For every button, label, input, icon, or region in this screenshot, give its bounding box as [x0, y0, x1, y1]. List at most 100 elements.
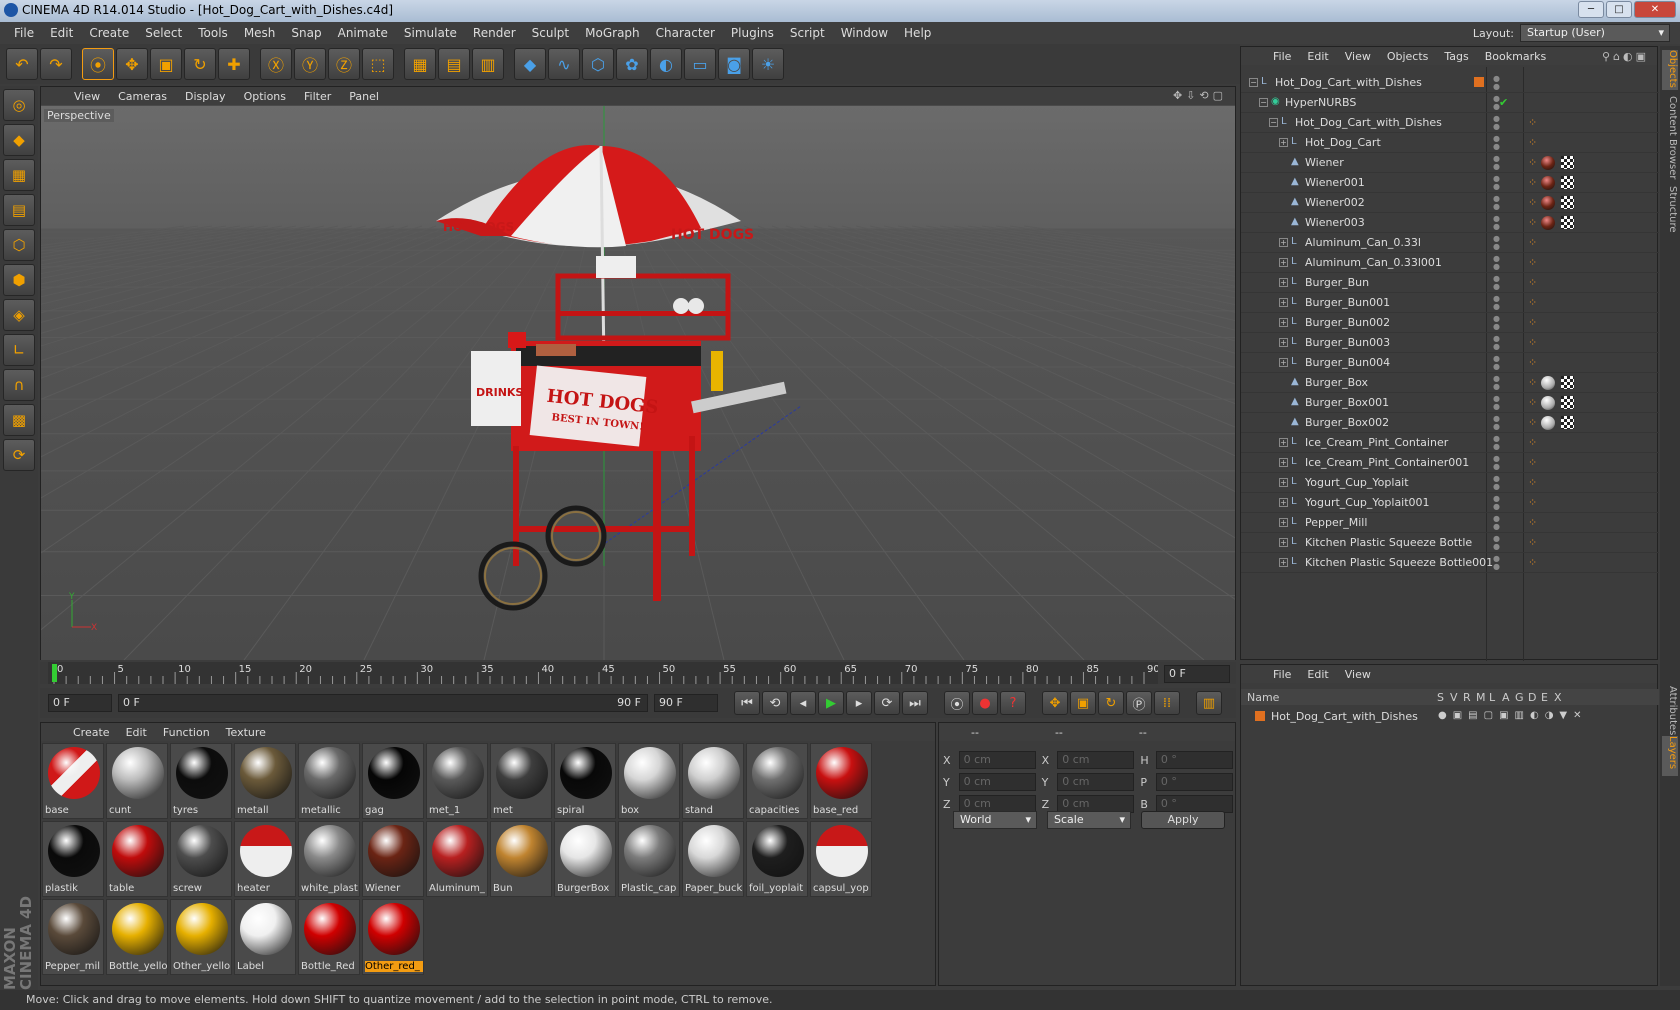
object-name[interactable]: Wiener [1305, 156, 1344, 169]
edges-mode-icon[interactable]: ⬢ [3, 264, 35, 296]
render-visibility-dot-icon[interactable]: ● [1493, 562, 1501, 571]
texture-tag-icon[interactable] [1541, 196, 1555, 210]
uv-checker-tag-icon[interactable] [1561, 376, 1574, 389]
layer-column-header[interactable]: A [1502, 691, 1510, 704]
timeline-playhead[interactable] [52, 664, 57, 682]
texture-tag-icon[interactable] [1541, 176, 1555, 190]
expand-toggle-icon[interactable]: + [1279, 458, 1288, 467]
apply-button[interactable]: Apply [1141, 811, 1225, 829]
material-swatch[interactable]: white_plast [298, 821, 360, 897]
start-frame-field[interactable]: 0 F [48, 694, 112, 712]
light-icon[interactable]: ☀ [752, 48, 784, 80]
phong-tag-icon[interactable]: ⁘ [1528, 316, 1537, 329]
3d-scene[interactable]: HOT DOGS HOT DOGS DRINKS HOT DOGS BEST I… [41, 106, 1235, 660]
floor-icon[interactable]: ▭ [684, 48, 716, 80]
menu-item-mograph[interactable]: MoGraph [577, 26, 648, 40]
material-swatch[interactable]: foil_yoplait [746, 821, 808, 897]
z-axis-icon[interactable]: Ⓩ [328, 48, 360, 80]
array-icon[interactable]: ✿ [616, 48, 648, 80]
record-scale-icon[interactable]: ▣ [1070, 691, 1096, 715]
render-visibility-dot-icon[interactable]: ● [1493, 462, 1501, 471]
material-swatch[interactable]: gag [362, 743, 424, 819]
render-visibility-dot-icon[interactable]: ● [1493, 162, 1501, 171]
render-visibility-dot-icon[interactable]: ● [1493, 522, 1501, 531]
side-tab-content-browser[interactable]: Content Browser [1662, 96, 1678, 181]
uv-checker-tag-icon[interactable] [1561, 176, 1574, 189]
layer-menu-file[interactable]: File [1265, 668, 1299, 681]
expand-toggle-icon[interactable]: + [1279, 298, 1288, 307]
object-row[interactable]: ▲ Wiener002 ● ● ⁘ [1241, 193, 1659, 213]
cube-icon[interactable]: ◆ [514, 48, 546, 80]
object-row[interactable]: + L Yogurt_Cup_Yoplait ● ● ⁘ [1241, 473, 1659, 493]
texture-tag-icon[interactable] [1541, 216, 1555, 230]
expand-toggle-icon[interactable]: + [1279, 438, 1288, 447]
maximize-button[interactable]: □ [1606, 1, 1632, 18]
layer-column-header[interactable]: V [1450, 691, 1458, 704]
menu-item-create[interactable]: Create [81, 26, 137, 40]
phong-tag-icon[interactable]: ⁘ [1528, 496, 1537, 509]
layer-color-tag[interactable] [1474, 77, 1484, 87]
render-visibility-dot-icon[interactable]: ● [1493, 342, 1501, 351]
camera-icon[interactable]: ◙ [718, 48, 750, 80]
layer-color-swatch[interactable] [1255, 711, 1265, 721]
viewport-menu-display[interactable]: Display [176, 90, 235, 103]
coord-value-field[interactable]: 0 cm [1057, 751, 1135, 769]
object-row[interactable]: + L Aluminum_Can_0.33l ● ● ⁘ [1241, 233, 1659, 253]
polygons-mode-icon[interactable]: ◈ [3, 299, 35, 331]
record-rotation-icon[interactable]: ↻ [1098, 691, 1124, 715]
enabled-check-icon[interactable]: ✔ [1499, 96, 1508, 109]
object-menu-objects[interactable]: Objects [1379, 50, 1437, 63]
material-menu-edit[interactable]: Edit [118, 726, 155, 739]
timeline-window-icon[interactable]: ▥ [1196, 691, 1222, 715]
workplane-icon[interactable]: ▤ [3, 194, 35, 226]
material-swatch[interactable]: capsul_yop [810, 821, 872, 897]
menu-item-simulate[interactable]: Simulate [396, 26, 465, 40]
layer-row[interactable]: Hot_Dog_Cart_with_Dishes ●▣▤▢▣▥◐◑▼✕ [1241, 709, 1659, 727]
uv-checker-tag-icon[interactable] [1561, 196, 1574, 209]
object-row[interactable]: + L Ice_Cream_Pint_Container ● ● ⁘ [1241, 433, 1659, 453]
render-visibility-dot-icon[interactable]: ● [1493, 422, 1501, 431]
play-icon[interactable]: ▶ [818, 691, 844, 715]
object-row[interactable]: + L Kitchen Plastic Squeeze Bottle001 ● ● ⁘ [1241, 553, 1659, 573]
render-visibility-dot-icon[interactable]: ● [1493, 402, 1501, 411]
menu-item-mesh[interactable]: Mesh [236, 26, 284, 40]
material-swatch[interactable]: Plastic_cap [618, 821, 680, 897]
side-tab-layers[interactable]: Layers [1662, 736, 1678, 776]
render-visibility-dot-icon[interactable]: ● [1493, 262, 1501, 271]
menu-item-tools[interactable]: Tools [190, 26, 236, 40]
magnet-icon[interactable]: ∩ [3, 369, 35, 401]
object-name[interactable]: Yogurt_Cup_Yoplait [1305, 476, 1409, 489]
phong-tag-icon[interactable]: ⁘ [1528, 436, 1537, 449]
spline-icon[interactable]: ∿ [548, 48, 580, 80]
next-keyframe-icon[interactable]: ⟳ [874, 691, 900, 715]
layer-menu-edit[interactable]: Edit [1299, 668, 1336, 681]
material-swatch[interactable]: BurgerBox [554, 821, 616, 897]
material-swatch[interactable]: box [618, 743, 680, 819]
viewport-menu-options[interactable]: Options [235, 90, 295, 103]
expand-toggle-icon[interactable]: + [1279, 138, 1288, 147]
move-icon[interactable]: ✥ [116, 48, 148, 80]
object-menu-edit[interactable]: Edit [1299, 50, 1336, 63]
timeline-ruler[interactable]: 0 5 10 15 20 25 30 35 40 45 50 55 60 65 70 75 80 85 90 0 F [40, 662, 1236, 684]
expand-toggle-icon[interactable]: + [1279, 518, 1288, 527]
render-visibility-dot-icon[interactable]: ● [1493, 442, 1501, 451]
object-row[interactable]: + L Yogurt_Cup_Yoplait001 ● ● ⁘ [1241, 493, 1659, 513]
frame-range-slider[interactable]: 0 F 90 F [118, 694, 648, 712]
layer-column-header[interactable]: X [1554, 691, 1562, 704]
menu-item-window[interactable]: Window [833, 26, 896, 40]
texture-mode-icon[interactable]: ▦ [3, 159, 35, 191]
layout-dropdown[interactable]: Startup (User) [1520, 24, 1670, 42]
material-swatch[interactable]: Pepper_mil [42, 899, 104, 975]
phong-tag-icon[interactable]: ⁘ [1528, 556, 1537, 569]
render-visibility-dot-icon[interactable]: ● [1493, 242, 1501, 251]
menu-item-animate[interactable]: Animate [330, 26, 396, 40]
deformer-icon[interactable]: ◐ [650, 48, 682, 80]
expand-toggle-icon[interactable]: + [1279, 478, 1288, 487]
material-swatch[interactable]: Label [234, 899, 296, 975]
texture-tag-icon[interactable] [1541, 376, 1555, 390]
end-frame-field[interactable]: 90 F [654, 694, 718, 712]
record-parameter-icon[interactable]: Ⓟ [1126, 691, 1152, 715]
expand-toggle-icon[interactable]: + [1279, 278, 1288, 287]
object-row[interactable]: − L Hot_Dog_Cart_with_Dishes ● ● ⁘ [1241, 113, 1659, 133]
material-swatch[interactable]: Other_red_ [362, 899, 424, 975]
